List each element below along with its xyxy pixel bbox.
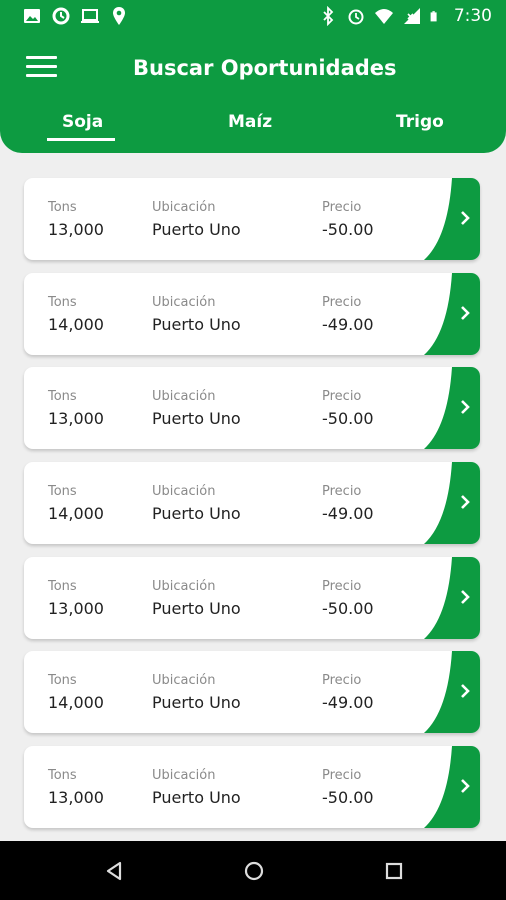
location-value: Puerto Uno xyxy=(152,314,241,334)
system-nav-bar xyxy=(0,841,506,900)
price-label: Precio xyxy=(322,578,362,594)
back-icon[interactable] xyxy=(100,857,128,885)
tons-label: Tons xyxy=(48,578,77,594)
card-action-tab[interactable] xyxy=(424,651,480,734)
tons-value: 14,000 xyxy=(48,504,104,524)
battery-icon xyxy=(430,11,437,22)
card-action-tab[interactable] xyxy=(424,367,480,450)
tons-value: 13,000 xyxy=(48,788,104,808)
tons-label: Tons xyxy=(48,294,77,310)
recents-icon[interactable] xyxy=(380,857,408,885)
sync-icon xyxy=(52,7,70,25)
price-value: -49.00 xyxy=(322,504,374,524)
card-action-tab[interactable] xyxy=(424,178,480,260)
price-value: -49.00 xyxy=(322,693,374,713)
card-action-tab[interactable] xyxy=(424,556,480,639)
tab-active-indicator xyxy=(47,138,115,141)
location-pin-icon xyxy=(113,7,125,25)
home-icon[interactable] xyxy=(240,857,268,885)
location-value: Puerto Uno xyxy=(152,693,241,713)
tons-label: Tons xyxy=(48,768,77,784)
bluetooth-icon xyxy=(323,6,334,26)
location-value: Puerto Uno xyxy=(152,788,241,808)
status-bar: 7:30 xyxy=(0,0,506,34)
chevron-right-icon xyxy=(461,589,470,604)
status-time: 7:30 xyxy=(453,6,492,26)
opportunity-list: Tons 13,000 Ubicación Puerto Uno Precio … xyxy=(24,178,480,841)
location-value: Puerto Uno xyxy=(152,598,241,618)
tons-label: Tons xyxy=(48,389,77,405)
location-label: Ubicación xyxy=(152,673,216,689)
price-label: Precio xyxy=(322,294,362,310)
card-action-tab[interactable] xyxy=(424,746,480,829)
tab-soja[interactable]: Soja xyxy=(62,112,103,132)
tons-label: Tons xyxy=(48,673,77,689)
location-label: Ubicación xyxy=(152,200,216,215)
image-icon xyxy=(24,9,40,23)
price-value: -50.00 xyxy=(322,598,374,618)
alarm-icon xyxy=(348,9,364,25)
location-label: Ubicación xyxy=(152,484,216,500)
location-value: Puerto Uno xyxy=(152,409,241,429)
chevron-right-icon xyxy=(461,400,470,415)
location-label: Ubicación xyxy=(152,578,216,594)
app-header: 7:30 Buscar Oportunidades Soja Maíz Trig… xyxy=(0,0,506,153)
price-value: -49.00 xyxy=(322,314,374,334)
location-value: Puerto Uno xyxy=(152,220,241,239)
price-label: Precio xyxy=(322,484,362,500)
price-label: Precio xyxy=(322,673,362,689)
price-value: -50.00 xyxy=(322,220,374,239)
laptop-icon xyxy=(81,9,99,23)
chevron-right-icon xyxy=(461,495,470,509)
opportunity-card[interactable]: Tons 13,000 Ubicación Puerto Uno Precio … xyxy=(24,367,480,450)
tab-maiz[interactable]: Maíz xyxy=(228,112,272,132)
tons-value: 14,000 xyxy=(48,314,104,334)
opportunity-card[interactable]: Tons 14,000 Ubicación Puerto Uno Precio … xyxy=(24,272,480,355)
chevron-right-icon xyxy=(461,305,470,320)
chevron-right-icon xyxy=(461,211,470,225)
signal-icon xyxy=(403,8,420,24)
chevron-right-icon xyxy=(461,684,470,699)
opportunity-card[interactable]: Tons 14,000 Ubicación Puerto Uno Precio … xyxy=(24,462,480,545)
price-value: -50.00 xyxy=(322,409,374,429)
opportunity-card[interactable]: Tons 14,000 Ubicación Puerto Uno Precio … xyxy=(24,651,480,734)
page-title: Buscar Oportunidades xyxy=(133,56,397,80)
location-label: Ubicación xyxy=(152,389,216,405)
tab-trigo[interactable]: Trigo xyxy=(396,112,444,132)
price-value: -50.00 xyxy=(322,788,374,808)
opportunity-card[interactable]: Tons 13,000 Ubicación Puerto Uno Precio … xyxy=(24,746,480,829)
menu-icon[interactable] xyxy=(26,56,58,80)
tons-value: 13,000 xyxy=(48,409,104,429)
tons-value: 14,000 xyxy=(48,693,104,713)
location-label: Ubicación xyxy=(152,294,216,310)
opportunity-card[interactable]: Tons 13,000 Ubicación Puerto Uno Precio … xyxy=(24,178,480,260)
tons-label: Tons xyxy=(48,200,77,215)
location-value: Puerto Uno xyxy=(152,504,241,524)
location-label: Ubicación xyxy=(152,768,216,784)
tons-label: Tons xyxy=(48,484,77,500)
card-action-tab[interactable] xyxy=(424,272,480,355)
opportunity-card[interactable]: Tons 13,000 Ubicación Puerto Uno Precio … xyxy=(24,556,480,639)
wifi-icon xyxy=(374,9,393,24)
chevron-right-icon xyxy=(461,779,470,794)
price-label: Precio xyxy=(322,200,362,215)
tons-value: 13,000 xyxy=(48,598,104,618)
tons-value: 13,000 xyxy=(48,220,104,239)
price-label: Precio xyxy=(322,768,362,784)
card-action-tab[interactable] xyxy=(424,462,480,545)
price-label: Precio xyxy=(322,389,362,405)
